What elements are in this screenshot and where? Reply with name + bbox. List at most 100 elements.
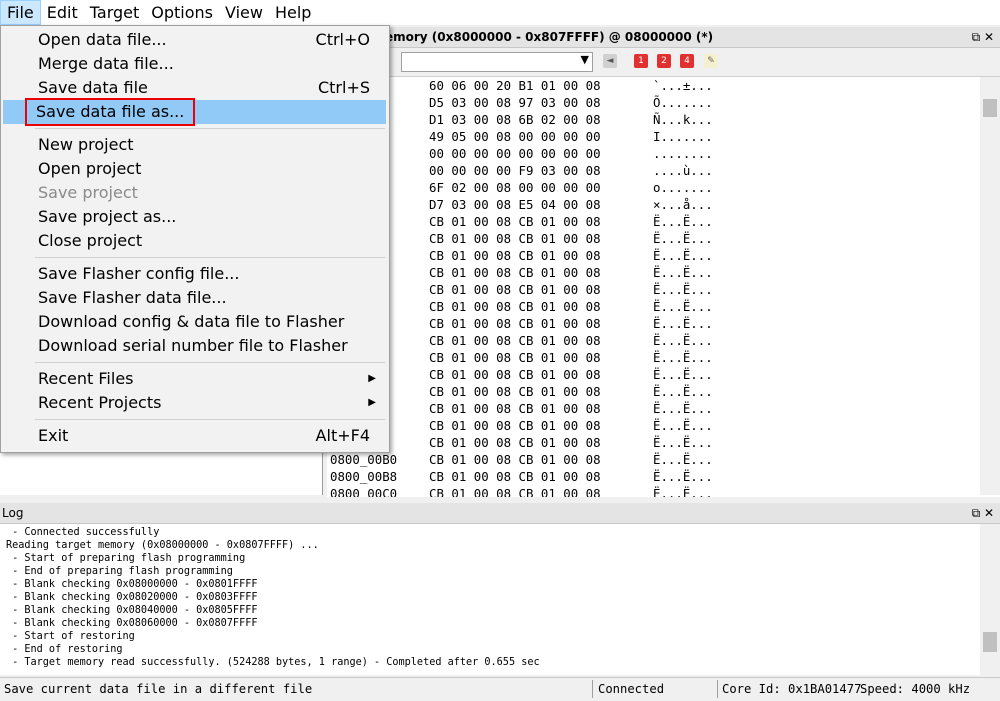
- memory-ascii: Ë...Ë...: [653, 469, 713, 484]
- log-window-title: Log ⧉ ✕: [0, 503, 1000, 524]
- menu-item-label: New project: [38, 135, 134, 154]
- menu-item-save-data-file-as[interactable]: Save data file as...: [3, 98, 386, 126]
- log-line: - Blank checking 0x08000000 - 0x0801FFFF: [6, 579, 258, 590]
- menu-item-save-project-as[interactable]: Save project as...: [3, 205, 386, 229]
- menu-item-label: Download serial number file to Flasher: [38, 336, 348, 355]
- submenu-arrow-icon: ▶: [368, 397, 376, 408]
- memory-rows: 00060 06 00 20 B1 01 00 08`...±...008D5 …: [327, 77, 980, 497]
- memory-address: 0800_00C0: [330, 486, 398, 497]
- menu-separator: [35, 257, 385, 258]
- log-line: Reading target memory (0x08000000 - 0x08…: [6, 540, 319, 551]
- menu-item-open-data-file[interactable]: Open data file... Ctrl+O: [3, 28, 386, 52]
- log-lines: - Connected successfully Reading target m…: [6, 526, 540, 669]
- menu-item-label: Save project as...: [38, 207, 177, 226]
- memory-ascii: `...±...: [653, 78, 713, 93]
- status-speed: Speed: 4000 kHz: [860, 682, 971, 696]
- view-1-icon[interactable]: 1: [634, 54, 648, 68]
- memory-bytes: D7 03 00 08 E5 04 00 08: [429, 197, 601, 212]
- window-restore-close-icons[interactable]: ⧉ ✕: [972, 27, 994, 47]
- menu-file[interactable]: File: [0, 0, 41, 25]
- memory-bytes: CB 01 00 08 CB 01 00 08: [429, 231, 601, 246]
- memory-bytes: CB 01 00 08 CB 01 00 08: [429, 435, 601, 450]
- memory-bytes: 60 06 00 20 B1 01 00 08: [429, 78, 601, 93]
- log-line: - End of preparing flash programming: [6, 566, 233, 577]
- menu-item-download-config-data-file-to-flasher[interactable]: Download config & data file to Flasher: [3, 310, 386, 334]
- menu-item-label: Open project: [38, 159, 142, 178]
- memory-ascii: Ë...Ë...: [653, 214, 713, 229]
- menu-item-label: Save data file: [38, 78, 148, 97]
- memory-address: 0800_00B8: [330, 469, 398, 484]
- menu-item-merge-data-file[interactable]: Merge data file...: [3, 52, 386, 76]
- memory-bytes: 6F 02 00 08 00 00 00 00: [429, 180, 601, 195]
- menu-item-close-project[interactable]: Close project: [3, 229, 386, 253]
- chevron-down-icon[interactable]: ▼: [581, 53, 589, 66]
- memory-scrollbar[interactable]: [980, 77, 1000, 495]
- menu-options[interactable]: Options: [145, 0, 219, 25]
- memory-ascii: Ë...Ë...: [653, 265, 713, 280]
- memory-bytes: D1 03 00 08 6B 02 00 08: [429, 112, 601, 127]
- memory-ascii: Ë...Ë...: [653, 418, 713, 433]
- status-connection: Connected: [598, 682, 665, 696]
- menu-item-download-serial-number-file-to-flasher[interactable]: Download serial number file to Flasher: [3, 334, 386, 358]
- memory-ascii: Ë...Ë...: [653, 435, 713, 450]
- log-title-text: Log: [2, 506, 24, 520]
- memory-bytes: CB 01 00 08 CB 01 00 08: [429, 265, 601, 280]
- menu-item-label: Save project: [38, 183, 138, 202]
- menu-item-exit[interactable]: Exit Alt+F4: [3, 424, 386, 448]
- menu-item-recent-files[interactable]: Recent Files ▶: [3, 367, 386, 391]
- memory-bytes: 49 05 00 08 00 00 00 00: [429, 129, 601, 144]
- memory-bytes: CB 01 00 08 CB 01 00 08: [429, 367, 601, 382]
- menu-item-new-project[interactable]: New project: [3, 133, 386, 157]
- menu-help[interactable]: Help: [269, 0, 317, 25]
- memory-ascii: I.......: [653, 129, 713, 144]
- menu-item-label: Recent Projects: [38, 393, 162, 412]
- log-scrollbar[interactable]: [980, 524, 1000, 675]
- memory-ascii: Ë...Ë...: [653, 350, 713, 365]
- log-window: Log ⧉ ✕ - Connected successfully Reading …: [0, 503, 1000, 675]
- menu-item-save-flasher-data-file[interactable]: Save Flasher data file...: [3, 286, 386, 310]
- memory-title-text: emory (0x8000000 - 0x807FFFF) @ 08000000…: [385, 30, 714, 44]
- menu-target[interactable]: Target: [84, 0, 146, 25]
- log-line: - Connected successfully: [6, 527, 160, 538]
- menu-item-label: Exit: [38, 426, 69, 445]
- memory-bytes: CB 01 00 08 CB 01 00 08: [429, 214, 601, 229]
- menu-view[interactable]: View: [219, 0, 269, 25]
- log-line: - Blank checking 0x08020000 - 0x0803FFFF: [6, 592, 258, 603]
- memory-bytes: CB 01 00 08 CB 01 00 08: [429, 282, 601, 297]
- status-message: Save current data file in a different fi…: [4, 682, 313, 696]
- status-divider: [717, 680, 718, 698]
- menu-edit[interactable]: Edit: [41, 0, 84, 25]
- memory-ascii: Ñ...k...: [653, 112, 713, 127]
- memory-ascii: Ë...Ë...: [653, 282, 713, 297]
- status-divider: [592, 680, 593, 698]
- address-combo[interactable]: ▼: [401, 52, 593, 72]
- memory-bytes: CB 01 00 08 CB 01 00 08: [429, 486, 601, 497]
- memory-ascii: Ë...Ë...: [653, 231, 713, 246]
- memory-ascii: Ë...Ë...: [653, 367, 713, 382]
- menu-bar: File Edit Target Options View Help: [0, 0, 1000, 25]
- memory-bytes: CB 01 00 08 CB 01 00 08: [429, 248, 601, 263]
- window-restore-close-icons[interactable]: ⧉ ✕: [972, 503, 994, 523]
- menu-item-shortcut: Ctrl+O: [315, 30, 370, 49]
- scrollbar-thumb[interactable]: [983, 632, 997, 652]
- memory-bytes: CB 01 00 08 CB 01 00 08: [429, 452, 601, 467]
- view-4-icon[interactable]: 4: [680, 54, 694, 68]
- memory-ascii: Ë...Ë...: [653, 401, 713, 416]
- memory-window: emory (0x8000000 - 0x807FFFF) @ 08000000…: [327, 27, 1000, 497]
- menu-item-label: Close project: [38, 231, 143, 250]
- menu-item-label: Download config & data file to Flasher: [38, 312, 345, 331]
- menu-item-shortcut: Ctrl+S: [317, 78, 370, 97]
- back-icon[interactable]: ◄: [603, 54, 617, 68]
- menu-item-open-project[interactable]: Open project: [3, 157, 386, 181]
- menu-item-recent-projects[interactable]: Recent Projects ▶: [3, 391, 386, 415]
- menu-separator: [35, 362, 385, 363]
- menu-item-save-flasher-config-file[interactable]: Save Flasher config file...: [3, 262, 386, 286]
- edit-icon[interactable]: ✎: [704, 54, 718, 68]
- menu-item-save-data-file[interactable]: Save data file Ctrl+S: [3, 76, 386, 100]
- view-2-icon[interactable]: 2: [657, 54, 671, 68]
- memory-bytes: D5 03 00 08 97 03 00 08: [429, 95, 601, 110]
- menu-separator: [35, 419, 385, 420]
- memory-ascii: ....ù...: [653, 163, 713, 178]
- scrollbar-thumb[interactable]: [983, 99, 997, 117]
- file-menu-dropdown: Open data file... Ctrl+O Merge data file..…: [0, 25, 390, 453]
